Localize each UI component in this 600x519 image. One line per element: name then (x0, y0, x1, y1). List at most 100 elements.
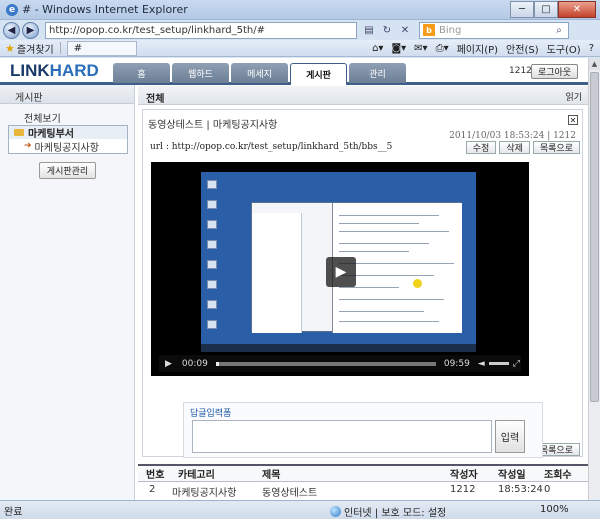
tab-admin[interactable]: 관리 (349, 63, 406, 83)
tab-webhard[interactable]: 웹하드 (172, 63, 229, 83)
reply-form-title: 답글입력폼 (190, 409, 232, 419)
row-author: 1212 (450, 484, 476, 495)
desktop-icon (207, 260, 217, 269)
search-placeholder: Bing (439, 24, 462, 36)
play-overlay-icon[interactable]: ▶ (326, 257, 356, 287)
col-author: 작성자 (450, 470, 478, 481)
close-icon[interactable]: ✕ (568, 115, 578, 125)
site-header: LINKHARD 홈 웹하드 메세지 게시판 관리 1212 로그아웃 (0, 58, 588, 85)
sidebar: 게시판 전체보기 마케팅부서 ➜ 마케팅공지사항 게시판관리 (0, 85, 135, 500)
zone-text: 인터넷 | 보호 모드: 설정 (344, 508, 447, 519)
help-menu[interactable]: ? (589, 43, 594, 54)
desktop-icon (207, 200, 217, 209)
sidebar-item-notice[interactable]: ➜ 마케팅공지사항 (9, 139, 127, 154)
back-button[interactable]: ◀ (3, 21, 20, 39)
window-titlebar: e # - Windows Internet Explorer ─ □ ✕ (0, 0, 600, 20)
logo-part-a: LINK (10, 61, 50, 80)
text-line (339, 287, 399, 288)
stop-icon[interactable]: ✕ (397, 22, 413, 38)
text-line (339, 223, 419, 224)
vertical-scrollbar[interactable]: ▲ (588, 58, 600, 500)
safety-menu[interactable]: 안전(S) (506, 41, 539, 56)
table-row[interactable]: 2 마케팅공지사항 동영상테스트 1212 18:53:24 0 (138, 484, 588, 500)
logo-part-b: HARD (49, 61, 99, 80)
page-menu[interactable]: 페이지(P) (457, 41, 498, 56)
delete-button[interactable]: 삭제 (499, 141, 530, 154)
edit-button[interactable]: 수정 (465, 141, 497, 154)
minimize-button[interactable]: ─ (510, 1, 534, 18)
scroll-up-icon[interactable]: ▲ (589, 58, 600, 70)
compat-view-icon[interactable]: ▤ (361, 22, 377, 38)
user-id: 1212 (509, 66, 532, 76)
address-bar: ◀ ▶ http://opop.co.kr/test_setup/linkhar… (0, 20, 600, 40)
reply-submit-button[interactable]: 입력 (495, 420, 525, 453)
url-input[interactable]: http://opop.co.kr/test_setup/linkhard_5t… (45, 21, 357, 39)
col-title: 제목 (262, 470, 281, 481)
mail-icon[interactable]: ✉▾ (414, 43, 427, 54)
home-icon[interactable]: ⌂▾ (372, 43, 383, 54)
play-icon[interactable]: ▶ (165, 359, 172, 369)
seek-bar-fill (215, 361, 220, 366)
favorites-star-icon[interactable]: ★ (5, 42, 15, 55)
seek-bar[interactable] (215, 361, 436, 366)
search-icon[interactable]: ⌕ (550, 25, 568, 36)
board-item-icon: ➜ (24, 141, 32, 151)
sidebar-item-label: 마케팅공지사항 (34, 142, 99, 154)
favorites-button[interactable]: 즐겨찾기 (17, 41, 54, 56)
tab-board[interactable]: 게시판 (290, 63, 347, 85)
browser-tab-label: # (73, 42, 83, 54)
read-mode-label: 읽기 (565, 93, 582, 103)
logout-button[interactable]: 로그아웃 (531, 64, 578, 79)
volume-slider[interactable] (488, 362, 509, 365)
video-frame-window (251, 202, 462, 333)
browser-tab[interactable]: # (66, 40, 137, 56)
desktop-icon (207, 180, 217, 189)
tools-menu[interactable]: 도구(O) (547, 41, 581, 56)
col-category: 카테고리 (178, 470, 215, 481)
volume-icon[interactable]: ◄ (478, 359, 485, 369)
favorites-bar: ★ 즐겨찾기 # ⌂▾ ◙▾ ✉▾ ⎙▾ 페이지(P) 안전(S) 도구(O) … (0, 40, 600, 57)
sidebar-folder-marketing[interactable]: 마케팅부서 (9, 126, 127, 140)
desktop-icon (207, 280, 217, 289)
linkhard-logo[interactable]: LINKHARD (10, 61, 99, 81)
desktop-icon (207, 320, 217, 329)
refresh-icon[interactable]: ↻ (379, 22, 395, 38)
board-admin-button[interactable]: 게시판관리 (39, 162, 96, 179)
feeds-icon[interactable]: ◙▾ (391, 43, 406, 54)
desktop-icon (207, 300, 217, 309)
maximize-button[interactable]: □ (534, 1, 558, 18)
list-button[interactable]: 목록으로 (532, 141, 580, 154)
reply-form: 답글입력폼 입력 (183, 402, 543, 458)
row-category: 마케팅공지사항 (172, 488, 237, 499)
zoom-level[interactable]: 100% (540, 504, 569, 515)
forward-button[interactable]: ▶ (22, 21, 39, 39)
close-window-button[interactable]: ✕ (558, 1, 596, 18)
sidebar-folder-group: 마케팅부서 ➜ 마케팅공지사항 (8, 125, 128, 154)
status-bar: 완료 인터넷 | 보호 모드: 설정 100% (0, 500, 600, 519)
col-number: 번호 (146, 470, 165, 481)
page-viewport: LINKHARD 홈 웹하드 메세지 게시판 관리 1212 로그아웃 게시판 … (0, 58, 588, 500)
video-frame-tree (252, 213, 302, 333)
video-player[interactable]: ▶ ▶ 00:09 09:59 ◄ ⤢ (151, 162, 529, 376)
sidebar-item-all[interactable]: 전체보기 (0, 104, 134, 125)
text-line (339, 243, 429, 244)
search-input[interactable]: b Bing ⌕ (419, 21, 569, 39)
post-meta: 2011/10/03 18:53:24 | 1212 (449, 131, 576, 141)
row-views: 0 (544, 484, 551, 495)
site-tabs: 홈 웹하드 메세지 게시판 관리 (113, 63, 408, 85)
tab-message[interactable]: 메세지 (231, 63, 288, 83)
row-title[interactable]: 동영상테스트 (254, 484, 450, 500)
reply-textarea[interactable] (192, 420, 492, 453)
scroll-thumb[interactable] (590, 72, 599, 402)
col-views: 조회수 (544, 470, 572, 481)
main-header-title: 전체 (146, 94, 165, 105)
desktop-icon (207, 220, 217, 229)
tab-home[interactable]: 홈 (113, 63, 170, 83)
security-zone[interactable]: 인터넷 | 보호 모드: 설정 (330, 504, 446, 519)
post-list-header: 번호 카테고리 제목 작성자 작성일 조회수 (138, 464, 588, 482)
col-date: 작성일 (498, 470, 526, 481)
text-line (339, 231, 449, 232)
print-icon[interactable]: ⎙▾ (436, 43, 449, 54)
fullscreen-icon[interactable]: ⤢ (513, 359, 520, 369)
text-line (339, 263, 454, 264)
